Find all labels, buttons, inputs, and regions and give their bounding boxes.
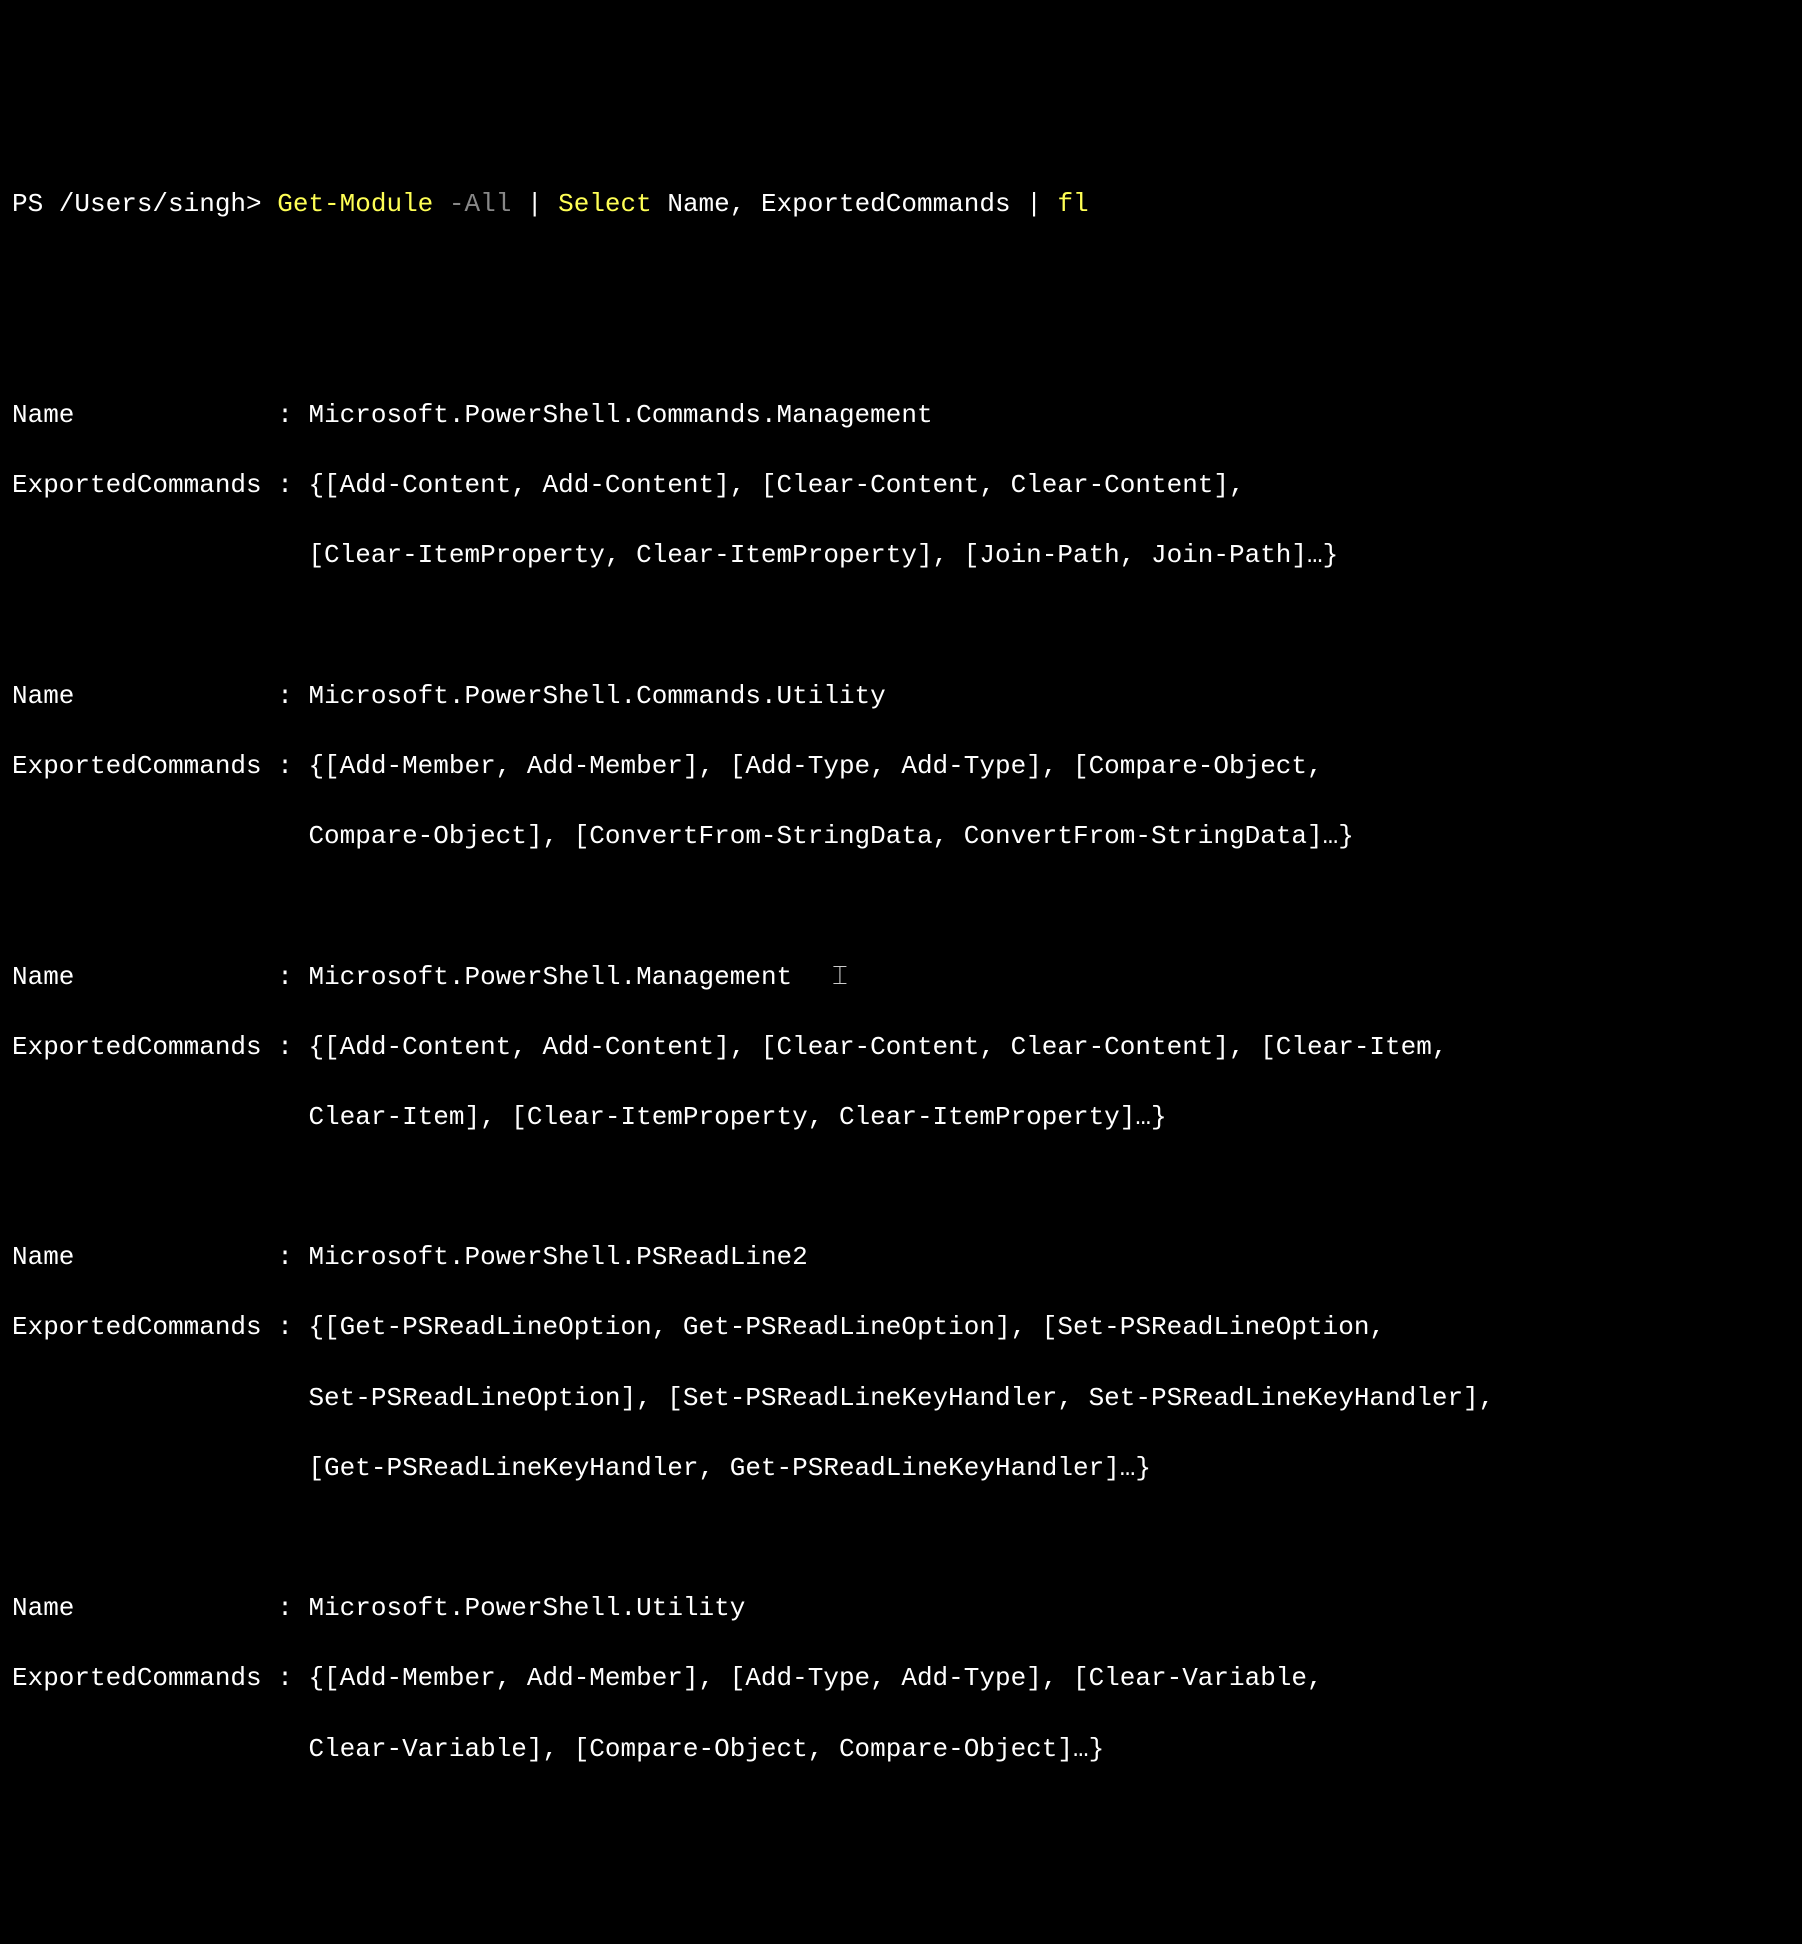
exported-commands: {[Add-Content, Add-Content], [Clear-Cont…	[308, 1032, 1447, 1062]
exported-commands: {[Add-Member, Add-Member], [Add-Type, Ad…	[308, 751, 1322, 781]
name-label: Name	[12, 962, 74, 992]
module-name: Microsoft.PowerShell.PSReadLine2	[308, 1242, 807, 1272]
output-line: Clear-Variable], [Compare-Object, Compar…	[12, 1732, 1790, 1767]
exported-label: ExportedCommands	[12, 1032, 262, 1062]
text-cursor-icon: ⌶	[832, 960, 848, 995]
command-flag-all: -All	[433, 189, 527, 219]
exported-commands: {[Add-Content, Add-Content], [Clear-Cont…	[308, 470, 1244, 500]
output-line: Name : Microsoft.PowerShell.PSReadLine2	[12, 1240, 1790, 1275]
output-line: Compare-Object], [ConvertFrom-StringData…	[12, 819, 1790, 854]
module-name: Microsoft.PowerShell.Commands.Utility	[308, 681, 885, 711]
exported-label: ExportedCommands	[12, 751, 262, 781]
exported-label: ExportedCommands	[12, 1663, 262, 1693]
blank-line	[12, 328, 1790, 363]
command-get-module: Get-Module	[277, 189, 433, 219]
output-line: [Clear-ItemProperty, Clear-ItemProperty]…	[12, 538, 1790, 573]
command-select: Select	[558, 189, 652, 219]
output-line: Name : Microsoft.PowerShell.Commands.Man…	[12, 398, 1790, 433]
exported-commands: Set-PSReadLineOption], [Set-PSReadLineKe…	[308, 1383, 1494, 1413]
output-line: ExportedCommands : {[Add-Content, Add-Co…	[12, 468, 1790, 503]
blank-line	[12, 609, 1790, 644]
output-line: ExportedCommands : {[Add-Member, Add-Mem…	[12, 749, 1790, 784]
pipe-1: |	[527, 189, 558, 219]
exported-commands: {[Get-PSReadLineOption, Get-PSReadLineOp…	[308, 1312, 1385, 1342]
name-label: Name	[12, 400, 74, 430]
terminal-output[interactable]: PS /Users/singh> Get-Module -All | Selec…	[12, 152, 1790, 1801]
exported-commands: Clear-Variable], [Compare-Object, Compar…	[308, 1734, 1104, 1764]
output-line: [Get-PSReadLineKeyHandler, Get-PSReadLin…	[12, 1451, 1790, 1486]
exported-commands: {[Add-Member, Add-Member], [Add-Type, Ad…	[308, 1663, 1322, 1693]
output-line: ExportedCommands : {[Get-PSReadLineOptio…	[12, 1310, 1790, 1345]
blank-line	[12, 1521, 1790, 1556]
output-line: ExportedCommands : {[Add-Content, Add-Co…	[12, 1030, 1790, 1065]
name-label: Name	[12, 1593, 74, 1623]
exported-commands: Clear-Item], [Clear-ItemProperty, Clear-…	[308, 1102, 1166, 1132]
blank-line	[12, 258, 1790, 293]
command-line[interactable]: PS /Users/singh> Get-Module -All | Selec…	[12, 187, 1790, 222]
pipe-2: |	[1026, 189, 1057, 219]
output-line: ExportedCommands : {[Add-Member, Add-Mem…	[12, 1661, 1790, 1696]
output-line: Name : Microsoft.PowerShell.Utility	[12, 1591, 1790, 1626]
exported-label: ExportedCommands	[12, 1312, 262, 1342]
name-label: Name	[12, 681, 74, 711]
module-name: Microsoft.PowerShell.Commands.Management	[308, 400, 932, 430]
exported-commands: Compare-Object], [ConvertFrom-StringData…	[308, 821, 1353, 851]
output-line: Name : Microsoft.PowerShell.Management⌶	[12, 960, 1790, 995]
name-label: Name	[12, 1242, 74, 1272]
command-args: Name, ExportedCommands	[652, 189, 1026, 219]
output-line: Set-PSReadLineOption], [Set-PSReadLineKe…	[12, 1381, 1790, 1416]
exported-label: ExportedCommands	[12, 470, 262, 500]
prompt-prefix: PS /Users/singh>	[12, 189, 277, 219]
exported-commands: [Get-PSReadLineKeyHandler, Get-PSReadLin…	[308, 1453, 1151, 1483]
command-fl: fl	[1057, 189, 1088, 219]
output-line: Clear-Item], [Clear-ItemProperty, Clear-…	[12, 1100, 1790, 1135]
output-line: Name : Microsoft.PowerShell.Commands.Uti…	[12, 679, 1790, 714]
blank-line	[12, 889, 1790, 924]
module-name: Microsoft.PowerShell.Utility	[308, 1593, 745, 1623]
module-name: Microsoft.PowerShell.Management	[308, 962, 792, 992]
blank-line	[12, 1170, 1790, 1205]
exported-commands: [Clear-ItemProperty, Clear-ItemProperty]…	[308, 540, 1338, 570]
